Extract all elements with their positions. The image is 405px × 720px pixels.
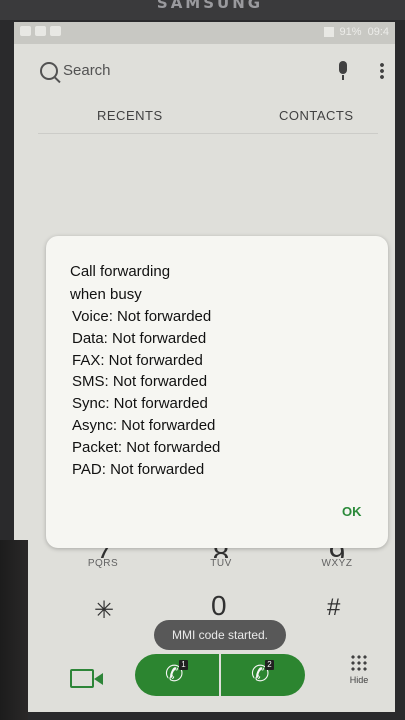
status-line-sync: Sync: Not forwarded: [72, 395, 208, 413]
status-line-pad: PAD: Not forwarded: [72, 460, 205, 478]
status-line-sms: SMS: Not forwarded: [72, 373, 208, 391]
status-line-packet: Packet: Not forwarded: [72, 438, 221, 456]
dialog-title-line: when busy: [70, 286, 142, 303]
mmi-result-dialog: Call forwarding when busy Voice: Not for…: [46, 236, 388, 548]
phone-screen: 91% 09:4 Search RECENTS CONTACTS 7 PQRS …: [14, 22, 395, 712]
device-brand: SAMSUNG: [156, 0, 264, 12]
forwarding-status-list: Voice: Not forwarded Data: Not forwarded…: [72, 306, 220, 480]
hand-finger: [0, 540, 28, 720]
status-line-data: Data: Not forwarded: [72, 329, 207, 347]
dialog-title-line: Call forwarding: [70, 263, 171, 280]
dialog-title: Call forwarding when busy: [70, 260, 270, 306]
status-line-async: Async: Not forwarded: [72, 416, 216, 434]
status-line-voice: Voice: Not forwarded: [72, 308, 212, 325]
device-bezel: SAMSUNG: [0, 0, 405, 20]
status-line-fax: FAX: Not forwarded: [72, 351, 203, 369]
ok-button[interactable]: OK: [342, 504, 362, 519]
